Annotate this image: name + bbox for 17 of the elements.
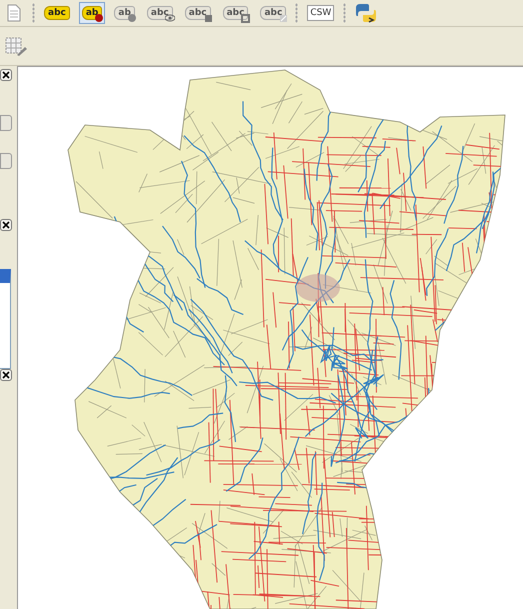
grid-pencil-icon [5,35,27,57]
snake-logo-icon [355,2,378,24]
toolbar-handle[interactable] [32,3,35,23]
close-icon [1,220,11,230]
label-tool-button[interactable]: ab [111,2,138,24]
close-button[interactable] [0,369,12,381]
label-tool-button[interactable]: ab [78,2,106,24]
close-icon [1,70,11,80]
toolbar-handle[interactable] [295,3,298,23]
list-box[interactable] [0,269,11,369]
spin-control[interactable] [0,115,12,131]
close-button[interactable] [0,219,12,231]
spin-control[interactable] [0,153,12,169]
toolbar-handle[interactable] [343,3,346,23]
close-button[interactable] [0,69,12,81]
close-icon [1,370,11,380]
document-icon [7,4,21,22]
